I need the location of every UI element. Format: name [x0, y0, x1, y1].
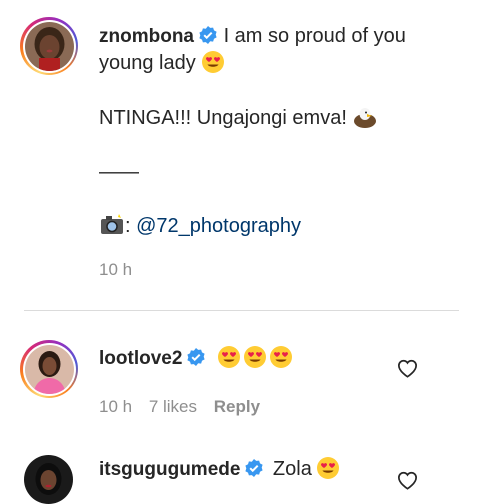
avatar-itsgugugumede[interactable]	[24, 455, 73, 504]
heart-eyes-emoji	[202, 51, 225, 73]
heart-eyes-emoji-group	[217, 345, 293, 374]
reply-button[interactable]: Reply	[214, 397, 260, 416]
likes-count[interactable]: 7 likes	[149, 397, 197, 416]
comment-text-line: NTINGA!!! Ungajongi emva!	[99, 107, 347, 129]
avatar-photo-znombona	[24, 21, 74, 71]
username-znombona[interactable]: znombona	[99, 26, 194, 47]
verified-badge-icon	[199, 26, 217, 44]
heart-outline-icon[interactable]	[397, 359, 418, 378]
comment-text-line: :	[125, 215, 131, 237]
comment-time: 10 h	[99, 260, 133, 279]
username-itsgugugumede[interactable]: itsgugugumede	[99, 459, 240, 480]
heart-eyes-emoji	[317, 457, 340, 479]
heart-eyes-emoji	[217, 346, 240, 368]
comment-time: 10 h	[99, 397, 133, 416]
comment-text-line: ——	[99, 161, 139, 183]
verified-badge-icon	[187, 348, 206, 366]
avatar-znombona[interactable]	[20, 17, 78, 75]
divider	[24, 310, 459, 311]
camera-flash-emoji	[101, 214, 123, 234]
heart-outline-icon[interactable]	[397, 471, 418, 490]
mention-link[interactable]: @72_photography	[136, 215, 301, 237]
avatar-lootlove2[interactable]	[20, 340, 78, 398]
verified-badge-icon	[245, 459, 264, 477]
heart-eyes-emoji	[243, 346, 266, 368]
comment-text-line: I am so proud of you	[223, 25, 406, 47]
comment-text: Zola	[272, 458, 312, 480]
heart-eyes-emoji	[269, 346, 292, 368]
avatar-photo-lootlove2	[24, 344, 74, 394]
avatar-photo-itsgugugumede	[24, 455, 73, 504]
comment-text-line: young lady	[99, 52, 196, 74]
eagle-emoji	[354, 108, 377, 128]
username-lootlove2[interactable]: lootlove2	[99, 348, 182, 369]
